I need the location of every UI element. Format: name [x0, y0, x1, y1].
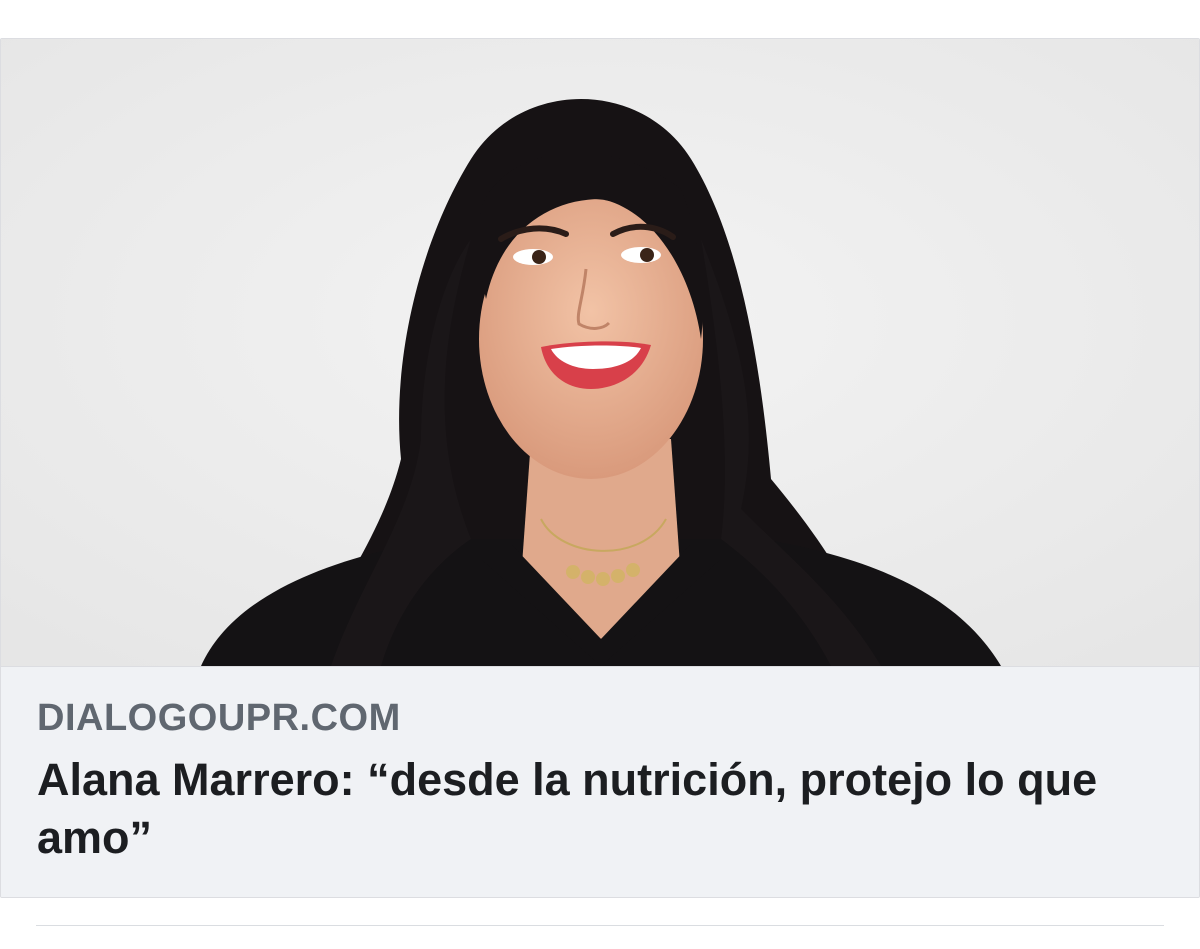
link-title[interactable]: Alana Marrero: “desde la nutrición, prot…: [37, 751, 1157, 867]
link-preview-card[interactable]: DIALOGOUPR.COM Alana Marrero: “desde la …: [0, 38, 1200, 898]
link-preview-meta[interactable]: DIALOGOUPR.COM Alana Marrero: “desde la …: [1, 666, 1199, 897]
divider: [36, 925, 1164, 926]
link-preview-image[interactable]: [1, 39, 1199, 666]
page: DIALOGOUPR.COM Alana Marrero: “desde la …: [0, 0, 1200, 949]
link-domain: DIALOGOUPR.COM: [37, 697, 401, 739]
portrait-photo: [1, 39, 1199, 666]
